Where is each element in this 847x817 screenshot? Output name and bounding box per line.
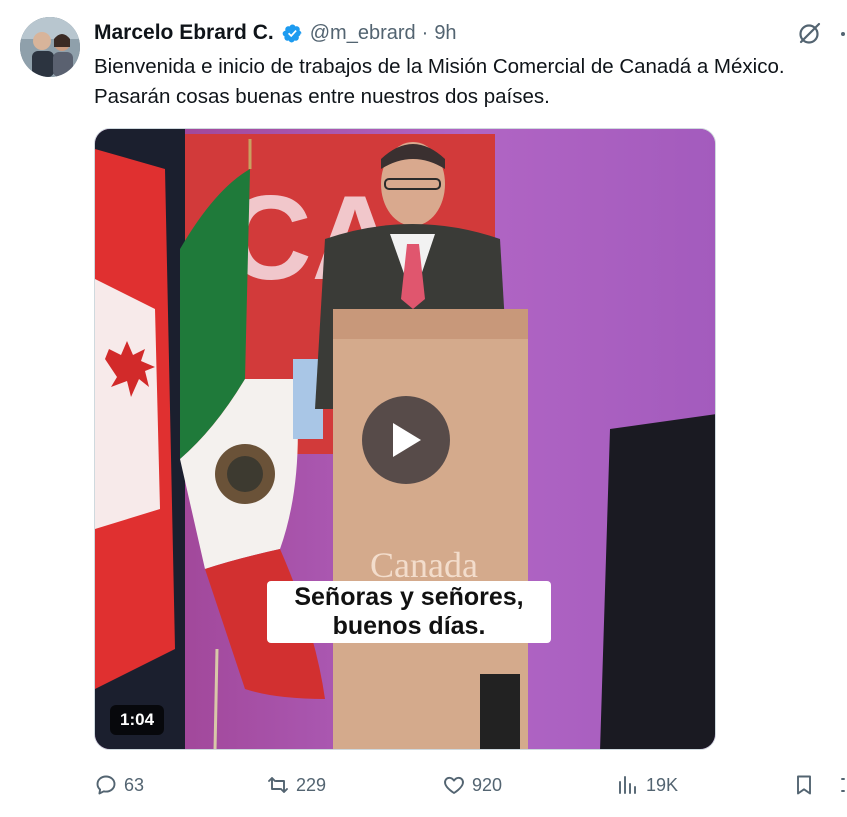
repost-icon: [268, 777, 288, 793]
share-button[interactable]: [836, 770, 847, 800]
reply-icon: [96, 775, 116, 795]
share-icon: [841, 778, 845, 792]
bookmark-button[interactable]: [792, 770, 822, 800]
author-handle[interactable]: @m_ebrard: [310, 22, 416, 45]
svg-text:Canada: Canada: [370, 545, 478, 585]
action-bar: 63 229 920 19K: [94, 770, 847, 800]
views-count: 19K: [646, 774, 679, 795]
video-duration: 1:04: [110, 705, 165, 735]
play-button[interactable]: [362, 396, 450, 484]
like-button[interactable]: 920: [442, 770, 502, 800]
caption-line-1: Señoras y señores,: [294, 583, 524, 611]
heart-icon: [444, 776, 464, 794]
tweet-text: Bienvenida e inicio de trabajos de la Mi…: [94, 55, 785, 108]
more-options-icon[interactable]: [841, 32, 845, 36]
verified-badge-icon: [282, 23, 303, 44]
repost-count: 229: [296, 774, 327, 795]
views-button[interactable]: 19K: [616, 770, 678, 800]
tweet-header: Marcelo Ebrard C. @m_ebrard · 9h: [94, 18, 847, 48]
author-name[interactable]: Marcelo Ebrard C.: [94, 21, 274, 45]
separator-dot: ·: [421, 21, 429, 44]
timestamp[interactable]: 9h: [434, 22, 456, 45]
bookmark-icon: [797, 775, 811, 795]
views-icon: [619, 776, 636, 794]
video-player[interactable]: CA Canada Señoras y señores, buenos días…: [94, 128, 716, 750]
play-icon: [393, 423, 421, 457]
reply-count: 63: [124, 774, 145, 795]
grok-icon[interactable]: [797, 20, 823, 46]
like-count: 920: [472, 774, 503, 795]
reply-button[interactable]: 63: [94, 770, 144, 800]
video-caption: Señoras y señores, buenos días.: [267, 581, 551, 643]
avatar[interactable]: [20, 17, 80, 77]
repost-button[interactable]: 229: [266, 770, 326, 800]
caption-line-2: buenos días.: [332, 612, 486, 640]
